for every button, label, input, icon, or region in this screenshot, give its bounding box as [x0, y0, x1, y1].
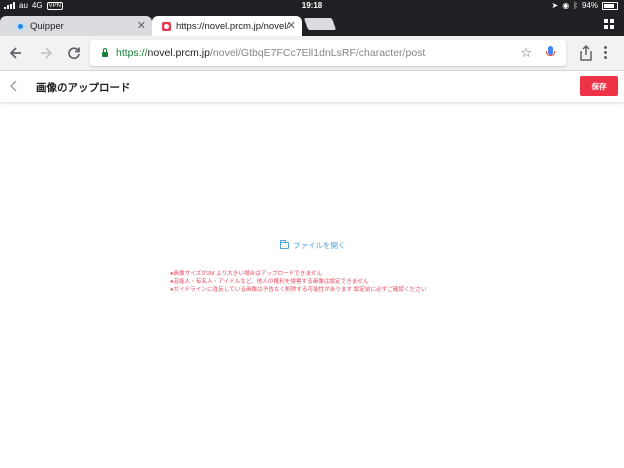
app-header: 画像のアップロード 保存 [0, 71, 624, 102]
lock-rotation-icon: ◉ [562, 1, 570, 10]
share-icon[interactable] [578, 44, 594, 61]
page-title: 画像のアップロード [36, 82, 131, 94]
back-arrow-icon[interactable] [8, 45, 24, 61]
reload-icon[interactable] [66, 45, 82, 61]
upload-notes: ●画像サイズが2M より大きい場合はアップロードできません ●芸能人・有名人・ア… [170, 270, 427, 294]
chevron-left-icon[interactable] [9, 80, 18, 94]
note-text: ガイドラインに違反している画像は予告なく削除する可能性があります 設定前に必ずご… [173, 287, 427, 293]
url-path: /novel/GtbqE7FCc7Ell1dnLsRF/character/po… [209, 47, 426, 59]
new-tab-button[interactable] [303, 18, 337, 30]
microphone-icon[interactable] [546, 46, 555, 56]
prcm-favicon-icon [162, 21, 171, 31]
note-text: 芸能人・有名人・アイドルなど、他人の権利を侵害する画像は設定できません [173, 279, 369, 285]
close-tab-icon[interactable]: ✕ [287, 19, 296, 32]
more-menu-icon[interactable] [604, 46, 608, 61]
url-host: novel.prcm.jp [147, 47, 210, 59]
save-button[interactable]: 保存 [580, 76, 618, 96]
forward-arrow-icon[interactable] [38, 45, 54, 61]
browser-toolbar: https:// novel.prcm.jp /novel/GtbqE7FCc7… [0, 36, 624, 71]
open-file-link[interactable]: ファイルを開く [280, 240, 346, 251]
note-item: ●芸能人・有名人・アイドルなど、他人の権利を侵害する画像は設定できません [170, 278, 427, 286]
battery-percent: 94% [581, 1, 598, 10]
tab-title: Quipper [30, 20, 64, 32]
bluetooth-icon: ᛒ [573, 1, 578, 10]
open-file-label: ファイルを開く [293, 241, 346, 250]
location-icon: ➤ [551, 1, 559, 10]
note-item: ●ガイドラインに違反している画像は予告なく削除する可能性があります 設定前に必ず… [170, 286, 427, 294]
close-tab-icon[interactable]: ✕ [137, 19, 146, 32]
battery-icon [602, 1, 618, 10]
tab-novel[interactable]: https://novel.prcm.jp/novel/ ✕ [152, 16, 302, 36]
tab-title: https://novel.prcm.jp/novel/ [176, 20, 289, 32]
note-item: ●画像サイズが2M より大きい場合はアップロードできません [170, 270, 427, 278]
folder-icon [280, 240, 289, 249]
status-bar: au 4G VPN 19:18 ➤ ◉ ᛒ 94% [0, 0, 624, 12]
secure-lock-icon [102, 47, 108, 57]
bookmark-star-icon[interactable]: ☆ [520, 45, 532, 61]
quipper-favicon-icon [16, 21, 25, 31]
note-text: 画像サイズが2M より大きい場合はアップロードできません [173, 271, 323, 277]
clock: 19:18 [301, 1, 323, 10]
address-bar[interactable]: https:// novel.prcm.jp /novel/GtbqE7FCc7… [90, 40, 566, 66]
url-scheme: https:// [116, 47, 148, 59]
tab-switcher-icon[interactable] [604, 19, 614, 29]
tab-quipper[interactable]: Quipper ✕ [0, 16, 152, 36]
